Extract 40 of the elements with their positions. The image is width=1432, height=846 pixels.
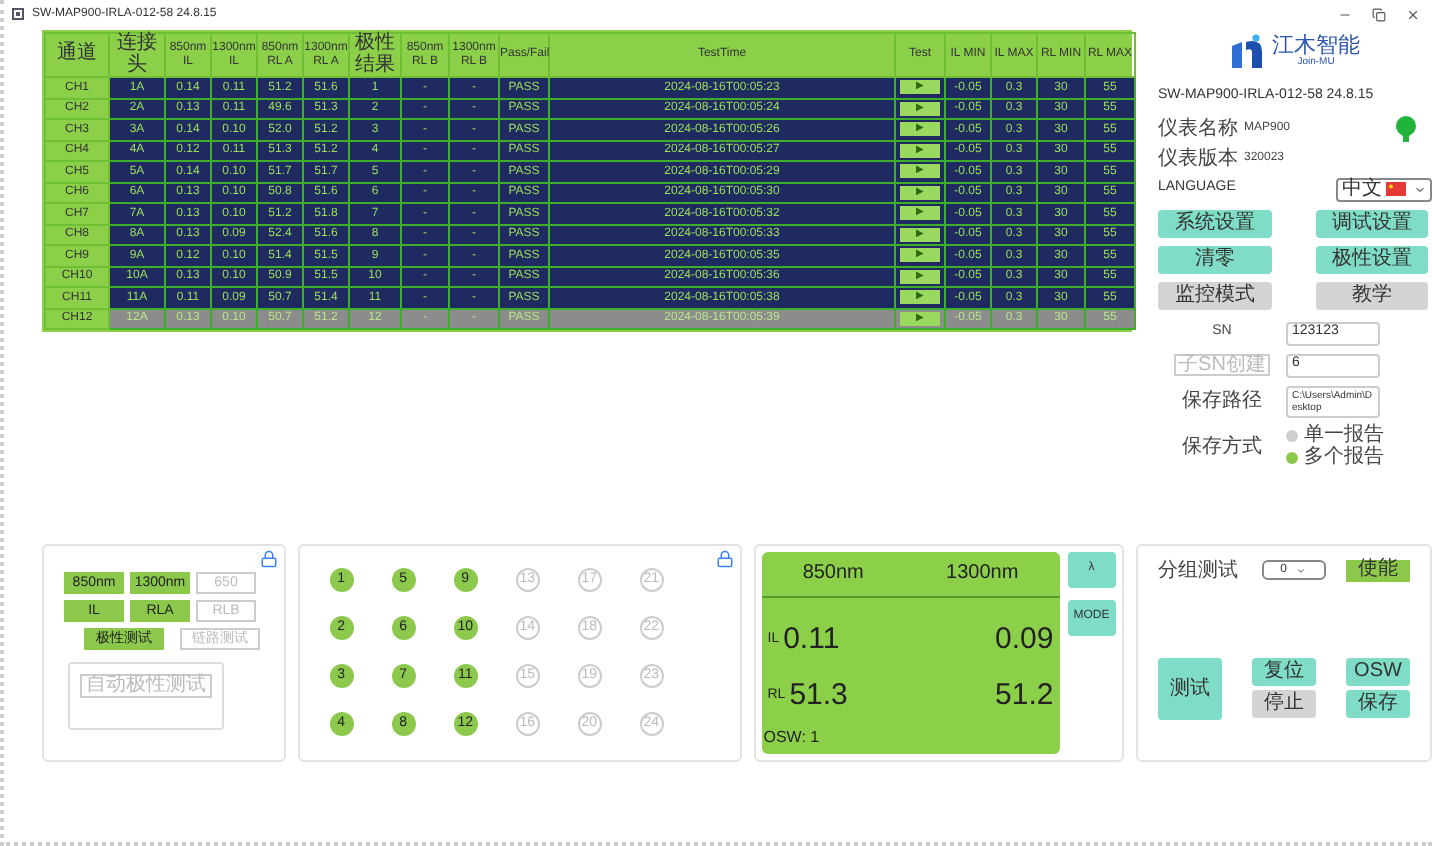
measure-value: 0.11 — [783, 623, 840, 653]
action-button[interactable]: 保存 — [1346, 690, 1410, 718]
radio-label: 单一报告 — [1304, 425, 1384, 445]
wavelength-label: 850nm — [802, 560, 864, 588]
lock-icon[interactable] — [715, 549, 734, 567]
app-icon — [12, 8, 24, 20]
settings-button[interactable]: 系统设置 — [1158, 209, 1271, 237]
column-header: 通道 — [45, 33, 109, 77]
settings-button[interactable]: 极性设置 — [1315, 245, 1428, 273]
action-button[interactable]: 停止 — [1251, 690, 1316, 718]
firmware-label: 仪表版本 — [1158, 145, 1238, 173]
settings-button[interactable]: 调试设置 — [1315, 209, 1428, 237]
close-icon[interactable] — [1406, 7, 1420, 21]
wavelength-label: 1300nm — [946, 560, 1019, 588]
save-mode-label: 保存方式 — [1180, 433, 1264, 461]
settings-button[interactable]: 监控模式 — [1158, 281, 1271, 309]
restore-icon[interactable] — [1372, 7, 1386, 21]
language-select[interactable]: 中文 — [1336, 177, 1432, 201]
settings-button[interactable]: 教学 — [1315, 281, 1428, 309]
radio-button[interactable] — [1286, 429, 1298, 441]
action-button[interactable]: 复位 — [1251, 658, 1316, 686]
save-path-label: 保存路径 — [1180, 388, 1264, 416]
radio-button[interactable] — [1286, 451, 1298, 463]
dropdown-icon — [1296, 565, 1307, 575]
flag-icon — [1386, 182, 1406, 196]
action-button[interactable]: OSW — [1346, 658, 1410, 686]
logo-text: 江木智能 — [1272, 36, 1360, 58]
test-button[interactable]: 测试 — [1157, 657, 1222, 719]
radio-label: 多个报告 — [1304, 447, 1384, 467]
measure-value: 51.3 — [789, 679, 848, 709]
lock-icon[interactable] — [259, 549, 278, 567]
measure-value: 0.09 — [995, 623, 1054, 653]
osw-text: OSW: 1 — [763, 725, 822, 749]
device-name-label: 仪表名称 — [1158, 115, 1238, 143]
enable-button[interactable]: 使能 — [1346, 559, 1410, 581]
group-test-label: 分组测试 — [1157, 557, 1238, 585]
measure-value: 51.2 — [995, 679, 1054, 709]
settings-button[interactable]: 清零 — [1158, 245, 1271, 273]
logo-icon — [1230, 34, 1266, 70]
dropdown-icon — [1414, 183, 1426, 195]
